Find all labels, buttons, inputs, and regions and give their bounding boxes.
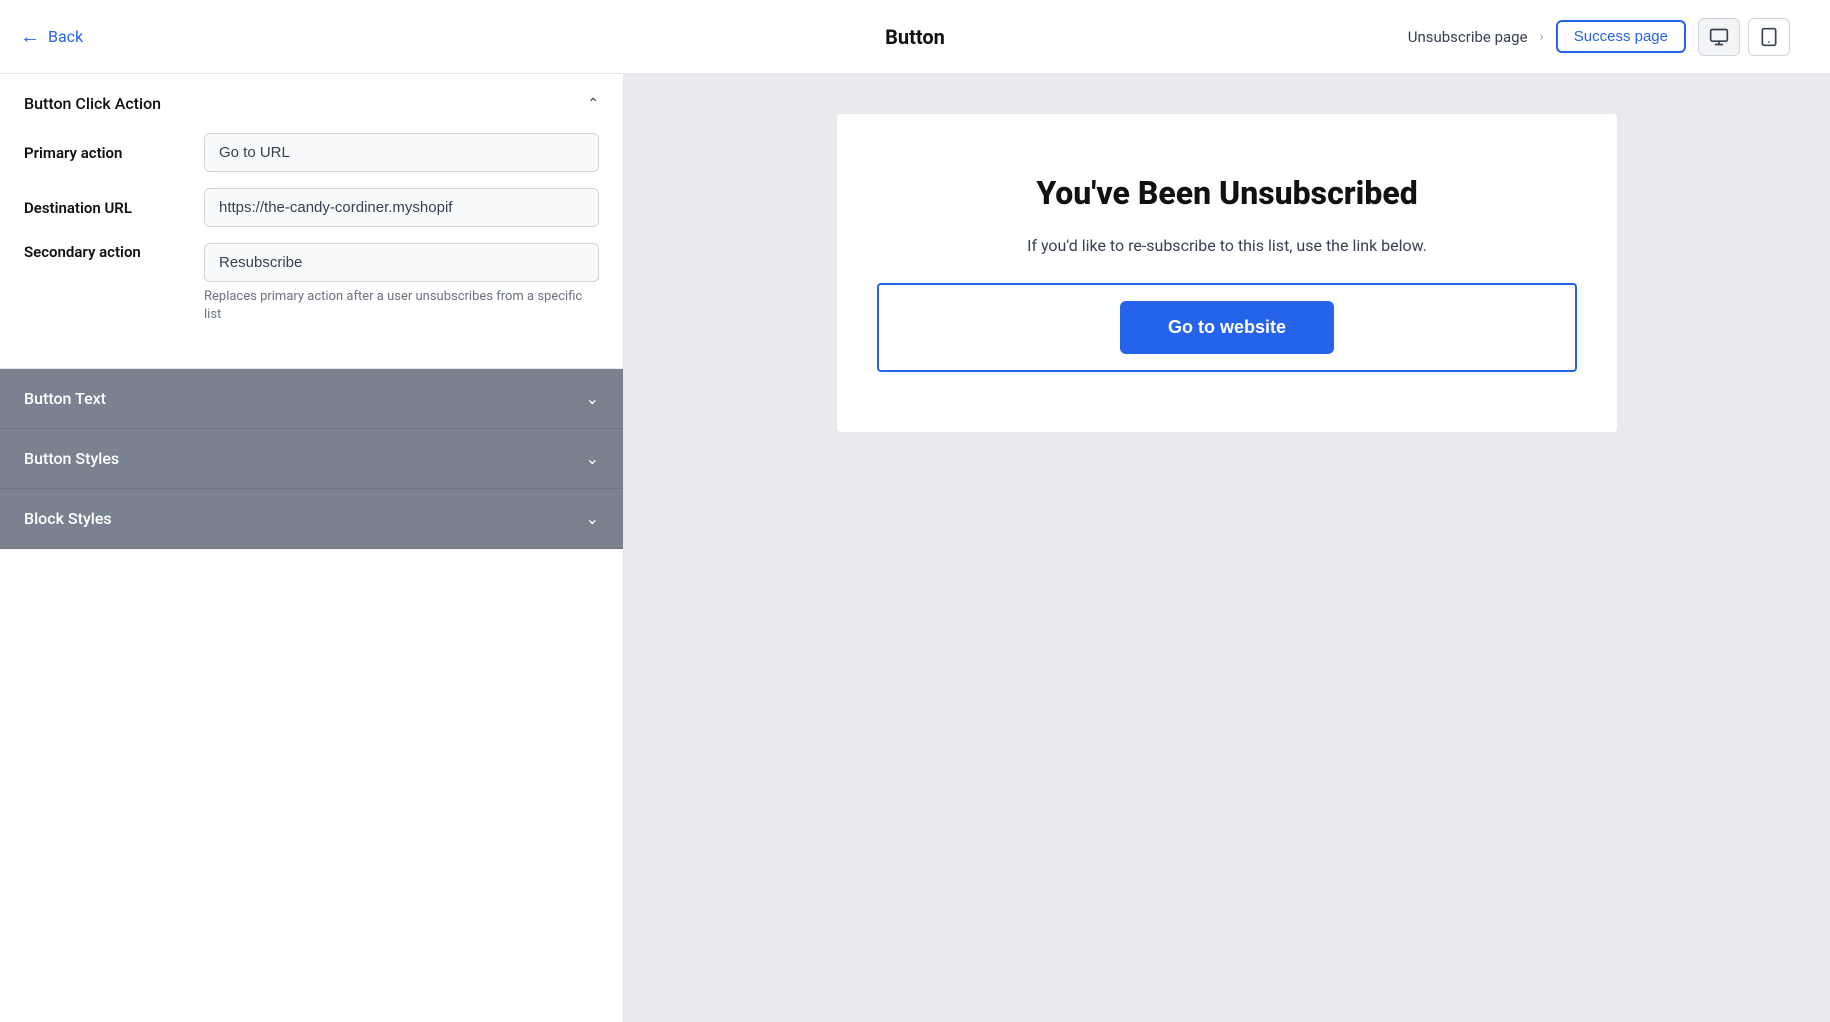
back-link[interactable]: Back (48, 27, 83, 46)
button-styles-section: Button Styles ⌄ (0, 429, 623, 489)
button-text-title: Button Text (24, 389, 106, 408)
back-arrow-icon: ← (20, 24, 40, 49)
preview-heading: You've Been Unsubscribed (1036, 174, 1417, 212)
nav-chevron-icon: › (1540, 29, 1544, 45)
block-styles-title: Block Styles (24, 509, 112, 528)
desktop-view-button[interactable] (1698, 18, 1740, 56)
button-text-chevron-icon: ⌄ (586, 389, 599, 408)
destination-url-label: Destination URL (24, 199, 204, 217)
destination-url-input[interactable] (204, 188, 599, 227)
primary-action-input[interactable] (204, 133, 599, 172)
primary-action-label: Primary action (24, 144, 204, 162)
button-click-action-header: Button Click Action ⌃ (24, 94, 599, 113)
button-click-action-title: Button Click Action (24, 94, 161, 113)
collapse-icon[interactable]: ⌃ (587, 96, 599, 112)
button-click-action-section: Button Click Action ⌃ Primary action Des… (0, 74, 623, 369)
go-to-website-button[interactable]: Go to website (1120, 301, 1334, 354)
block-styles-header[interactable]: Block Styles ⌄ (0, 489, 623, 548)
nav-page-success[interactable]: Success page (1556, 20, 1686, 53)
button-styles-title: Button Styles (24, 449, 119, 468)
tablet-icon (1759, 27, 1779, 47)
button-styles-header[interactable]: Button Styles ⌄ (0, 429, 623, 488)
block-styles-chevron-icon: ⌄ (586, 509, 599, 528)
nav-left: ← Back (20, 24, 83, 49)
secondary-action-wrapper: Replaces primary action after a user uns… (204, 243, 599, 324)
top-nav: ← Back Button Unsubscribe page › Success… (0, 0, 1830, 74)
preview-card: You've Been Unsubscribed If you'd like t… (837, 114, 1617, 432)
secondary-action-input[interactable] (204, 243, 599, 282)
nav-page-unsubscribe[interactable]: Unsubscribe page (1408, 28, 1528, 46)
destination-url-row: Destination URL (24, 188, 599, 227)
left-panel: Button Click Action ⌃ Primary action Des… (0, 74, 624, 1022)
tablet-view-button[interactable] (1748, 18, 1790, 56)
button-text-header[interactable]: Button Text ⌄ (0, 369, 623, 428)
secondary-action-label: Secondary action (24, 243, 204, 261)
button-styles-chevron-icon: ⌄ (586, 449, 599, 468)
secondary-help-text: Replaces primary action after a user uns… (204, 288, 599, 324)
nav-center: Unsubscribe page › Success page (1408, 18, 1790, 56)
primary-action-row: Primary action (24, 133, 599, 172)
main-content: Button Click Action ⌃ Primary action Des… (0, 74, 1830, 1022)
button-text-section: Button Text ⌄ (0, 369, 623, 429)
preview-button-wrapper: Go to website (877, 283, 1577, 372)
view-controls (1698, 18, 1790, 56)
desktop-icon (1709, 27, 1729, 47)
page-title: Button (885, 25, 945, 49)
secondary-action-row: Secondary action Replaces primary action… (24, 243, 599, 324)
right-panel: You've Been Unsubscribed If you'd like t… (624, 74, 1830, 1022)
block-styles-section: Block Styles ⌄ (0, 489, 623, 549)
preview-subtext: If you'd like to re-subscribe to this li… (1027, 236, 1427, 255)
